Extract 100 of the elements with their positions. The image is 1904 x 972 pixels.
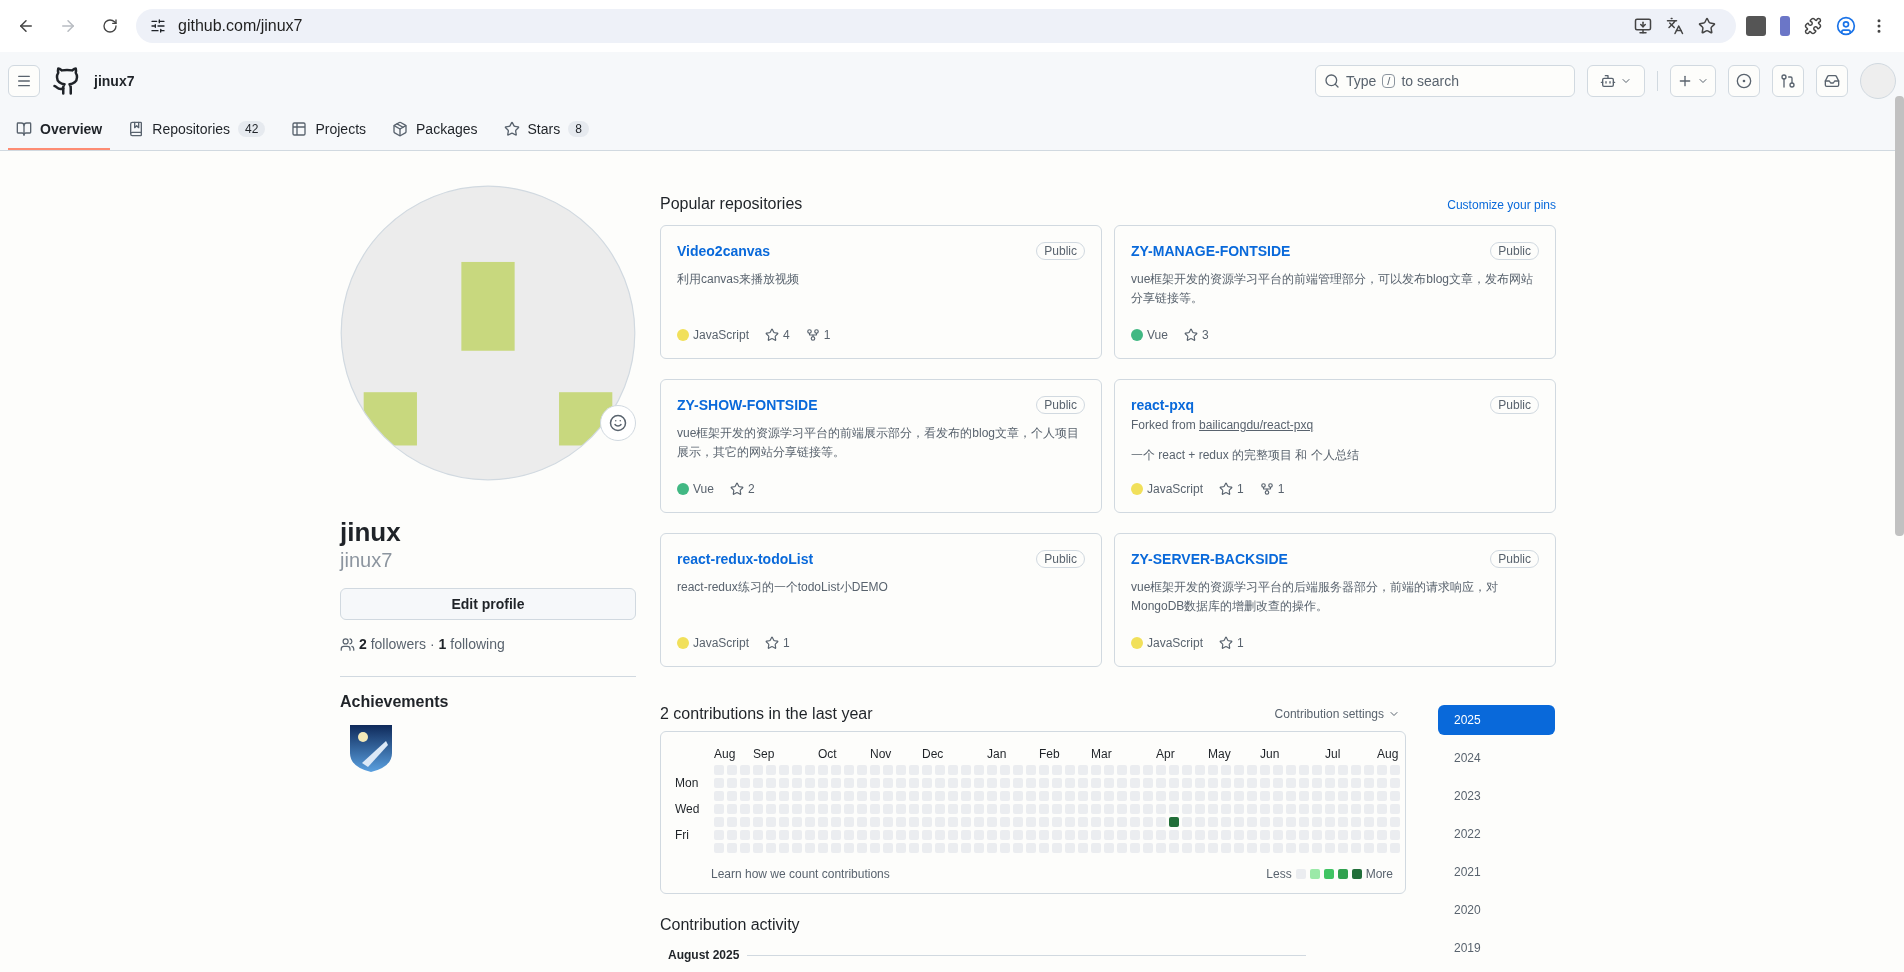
repo-link[interactable]: Video2canvas <box>677 243 771 259</box>
repo-description: vue框架开发的资源学习平台的前端管理部分，可以发布blog文章，发布网站分享链接等。 <box>1131 271 1535 307</box>
table-icon <box>291 121 308 137</box>
fork-note: Forked from bailicangdu/react-pxq <box>1131 418 1315 432</box>
weekday-label: Mon <box>675 778 700 788</box>
user-avatar[interactable] <box>1860 63 1896 99</box>
language-label: JavaScript <box>1147 636 1204 650</box>
star-icon <box>1183 328 1198 342</box>
language-label: JavaScript <box>1147 482 1204 496</box>
month-label: Sep <box>753 746 776 762</box>
repo-description: vue框架开发的资源学习平台的后端服务器部分，前端的请求响应，对MongoDB数据库的增删改查的操作。 <box>1131 579 1500 615</box>
activity-month: August 2025 <box>667 948 740 962</box>
year-tab[interactable]: 2025 <box>1438 705 1555 735</box>
profile-login: jinux7 <box>340 548 394 573</box>
forks-link[interactable]: 1 <box>805 328 831 342</box>
nav-tab[interactable]: Repositories 42 <box>120 110 274 150</box>
month-label: Dec <box>922 746 945 762</box>
language-label: JavaScript <box>693 636 750 650</box>
month-label: Jan <box>987 746 1008 762</box>
copilot-button[interactable] <box>1587 65 1645 97</box>
people-icon <box>340 636 355 652</box>
pull-requests-button[interactable] <box>1772 65 1804 97</box>
month-label: Aug <box>714 746 737 762</box>
month-label: Apr <box>1156 746 1176 762</box>
inbox-icon <box>1824 73 1840 89</box>
nav-tab[interactable]: Projects <box>283 110 375 150</box>
reload-icon <box>102 18 118 34</box>
repo-link[interactable]: ZY-SHOW-FONTSIDE <box>677 397 818 413</box>
plus-icon <box>1677 73 1693 89</box>
issues-button[interactable] <box>1728 65 1760 97</box>
learn-link[interactable]: Learn how we count contributions <box>711 867 890 881</box>
inbox-button[interactable] <box>1816 65 1848 97</box>
package-icon <box>392 121 409 137</box>
profile-name: jinux <box>340 517 402 549</box>
username[interactable]: jinux7 <box>94 73 135 89</box>
repo-icon <box>128 121 145 137</box>
repo-description: 一个 react + redux 的完整项目 和 个人总结 <box>1131 447 1360 464</box>
repo-link[interactable]: react-pxq <box>1131 397 1195 413</box>
month-label: May <box>1208 746 1232 762</box>
year-tab[interactable]: 2022 <box>1438 819 1555 849</box>
contribution-settings-button[interactable]: Contribution settings <box>1268 706 1406 722</box>
year-tab[interactable]: 2020 <box>1438 895 1555 925</box>
fork-icon <box>1259 482 1274 496</box>
year-tab[interactable]: 2021 <box>1438 857 1555 887</box>
year-tab[interactable]: 2024 <box>1438 743 1555 773</box>
arrow-right-icon <box>59 17 77 35</box>
repo-link[interactable]: ZY-MANAGE-FONTSIDE <box>1131 243 1291 259</box>
weekday-label: Wed <box>675 804 701 814</box>
language-label: Vue <box>693 482 714 496</box>
extensions-icon[interactable] <box>1804 17 1822 35</box>
menu-button[interactable] <box>8 65 40 97</box>
stars-link[interactable]: 2 <box>729 482 755 496</box>
repo-description: react-redux练习的一个todoList小DEMO <box>677 579 889 596</box>
translate-icon[interactable] <box>1666 17 1684 35</box>
star-icon <box>765 636 780 650</box>
following-link[interactable]: 1 following <box>438 636 505 653</box>
stars-link[interactable]: 3 <box>1183 328 1209 342</box>
robot-icon <box>1600 73 1616 89</box>
star-icon <box>765 328 780 342</box>
nav-tab[interactable]: Packages <box>384 110 486 150</box>
forks-link[interactable]: 1 <box>1259 482 1285 496</box>
menu-icon <box>16 73 32 89</box>
search-icon <box>1324 73 1340 89</box>
stars-link[interactable]: 1 <box>765 636 790 650</box>
book-icon <box>16 121 32 137</box>
bookmark-star-icon[interactable] <box>1698 17 1716 35</box>
achievement-badge-icon[interactable] <box>348 723 394 774</box>
address-bar[interactable]: github.com/jinux7 <box>136 9 1736 43</box>
month-label: Oct <box>818 746 838 762</box>
contribution-cell[interactable] <box>1169 817 1179 827</box>
repo-link[interactable]: ZY-SERVER-BACKSIDE <box>1131 551 1288 567</box>
month-label: Feb <box>1039 746 1061 762</box>
month-label: Jun <box>1260 746 1281 762</box>
language-label: JavaScript <box>693 328 750 342</box>
followers-link[interactable]: 2 followers <box>359 636 426 653</box>
pull-request-icon <box>1780 73 1796 89</box>
year-tab[interactable]: 2023 <box>1438 781 1555 811</box>
stars-link[interactable]: 4 <box>765 328 790 342</box>
repo-link[interactable]: react-redux-todoList <box>677 551 814 567</box>
edit-profile-button[interactable]: Edit profile <box>340 588 636 621</box>
profile-icon[interactable] <box>1836 16 1856 36</box>
year-tab[interactable]: 2019 <box>1438 933 1555 963</box>
nav-tab[interactable]: Stars 8 <box>495 110 597 150</box>
site-info-icon[interactable] <box>150 18 166 34</box>
customize-pins-link[interactable]: Customize your pins <box>1447 198 1556 212</box>
contributions-heading: 2 contributions in the last year <box>660 705 873 723</box>
month-label: Aug <box>1377 746 1400 762</box>
stars-link[interactable]: 1 <box>1219 482 1244 496</box>
smiley-icon <box>609 414 627 432</box>
language-label: Vue <box>1147 328 1168 342</box>
status-button[interactable] <box>600 405 636 441</box>
scrollbar[interactable] <box>1895 96 1904 536</box>
create-button[interactable] <box>1670 65 1716 97</box>
stars-link[interactable]: 1 <box>1219 636 1244 650</box>
search-field[interactable]: Type / to search <box>1315 65 1575 97</box>
star-icon <box>1219 482 1234 496</box>
install-app-icon[interactable] <box>1634 17 1652 35</box>
achievements-heading: Achievements <box>340 693 450 712</box>
fork-source-link[interactable]: bailicangdu/react-pxq <box>1199 418 1314 432</box>
nav-tab[interactable]: Overview <box>8 110 111 150</box>
